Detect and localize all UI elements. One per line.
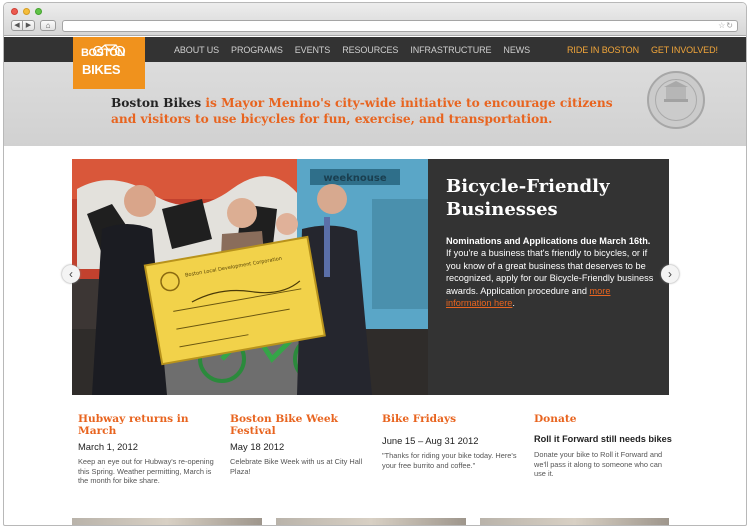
column-title[interactable]: Hubway returns in March (78, 413, 218, 437)
news-column-bike-fridays: Bike Fridays June 15 – Aug 31 2012 "Than… (382, 413, 522, 470)
nav-item-about-us[interactable]: ABOUT US (174, 45, 219, 55)
nav-item-get-involved[interactable]: GET INVOLVED! (651, 45, 718, 55)
browser-window: ◀ ▶ ⌂ ☆↻ ABOUT US PROGRAMS EVENTS RESOUR… (3, 2, 747, 526)
feature-title: Bicycle-Friendly Businesses (446, 176, 610, 220)
news-column-donate: Donate Roll it Forward still needs bikes… (534, 413, 674, 479)
thumbnail-strip-3[interactable] (480, 518, 669, 525)
back-button[interactable]: ◀ (11, 20, 23, 31)
address-bar-icons: ☆↻ (718, 21, 734, 31)
home-icon: ⌂ (45, 21, 51, 30)
site-tagline: Boston Bikes is Mayor Menino's city-wide… (111, 95, 631, 127)
chevron-right-icon: › (668, 267, 672, 281)
nav-item-infrastructure[interactable]: INFRASTRUCTURE (410, 45, 491, 55)
minimize-window-button[interactable] (23, 8, 30, 15)
reload-icon[interactable]: ↻ (726, 21, 734, 30)
photo-illustration: weeknouse Boston Local Development Corpo… (72, 159, 428, 395)
nav-menu: ABOUT US PROGRAMS EVENTS RESOURCES INFRA… (174, 37, 730, 62)
home-button[interactable]: ⌂ (40, 20, 56, 31)
slider-next-button[interactable]: › (661, 265, 679, 283)
seal-emblem (664, 81, 688, 102)
column-date: June 15 – Aug 31 2012 (382, 435, 479, 446)
thumbnail-strip-1[interactable] (72, 518, 262, 525)
address-bar[interactable]: ☆↻ (62, 20, 738, 32)
column-description: "Thanks for riding your bike today. Here… (382, 451, 517, 470)
slider-prev-button[interactable]: ‹ (62, 265, 80, 283)
chevron-left-icon: ◀ (14, 22, 20, 29)
feature-text: If you're a business that's friendly to … (446, 248, 654, 296)
nav-item-resources[interactable]: RESOURCES (342, 45, 398, 55)
featured-slider: weeknouse Boston Local Development Corpo… (72, 159, 669, 395)
nav-item-events[interactable]: EVENTS (295, 45, 331, 55)
column-description: Donate your bike to Roll it Forward and … (534, 450, 663, 479)
column-subtitle: Roll it Forward still needs bikes (534, 434, 672, 444)
close-window-button[interactable] (11, 8, 18, 15)
news-column-bike-week: Boston Bike Week Festival May 18 2012 Ce… (230, 413, 370, 476)
column-date: March 1, 2012 (78, 441, 138, 452)
chevron-right-icon: ▶ (25, 22, 32, 29)
thumbnail-strip-2[interactable] (276, 518, 466, 525)
city-of-boston-seal (647, 71, 705, 129)
browser-toolbar: ◀ ▶ ⌂ ☆↻ (4, 3, 746, 36)
column-title[interactable]: Boston Bike Week Festival (230, 413, 370, 437)
logo-line-2: BIKES (82, 62, 121, 77)
forward-button[interactable]: ▶ (23, 20, 35, 31)
window-controls (11, 8, 42, 15)
featured-photo: weeknouse Boston Local Development Corpo… (72, 159, 428, 395)
nav-item-programs[interactable]: PROGRAMS (231, 45, 283, 55)
featured-panel: Bicycle-Friendly Businesses Nominations … (428, 159, 669, 395)
column-title[interactable]: Bike Fridays (382, 413, 522, 425)
feature-body: Nominations and Applications due March 1… (446, 235, 655, 309)
logo-line-1: BOSTON (81, 47, 125, 59)
column-description: Celebrate Bike Week with us at City Hall… (230, 457, 363, 476)
boston-bikes-logo[interactable]: BOSTON BIKES (73, 37, 145, 89)
tagline-lead: Boston Bikes (111, 96, 202, 110)
feature-lead: Nominations and Applications due March 1… (446, 236, 651, 246)
chevron-left-icon: ‹ (69, 267, 73, 281)
column-date: May 18 2012 (230, 441, 285, 452)
zoom-window-button[interactable] (35, 8, 42, 15)
wall-sign-text: weeknouse (323, 173, 387, 184)
nav-item-news[interactable]: NEWS (503, 45, 530, 55)
column-description: Keep an eye out for Hubway's re-opening … (78, 457, 214, 486)
news-column-hubway: Hubway returns in March March 1, 2012 Ke… (78, 413, 218, 486)
nav-item-ride-in-boston[interactable]: RIDE IN BOSTON (567, 45, 639, 55)
feature-tail: . (512, 298, 515, 309)
column-title[interactable]: Donate (534, 413, 674, 425)
history-buttons: ◀ ▶ (11, 20, 35, 31)
